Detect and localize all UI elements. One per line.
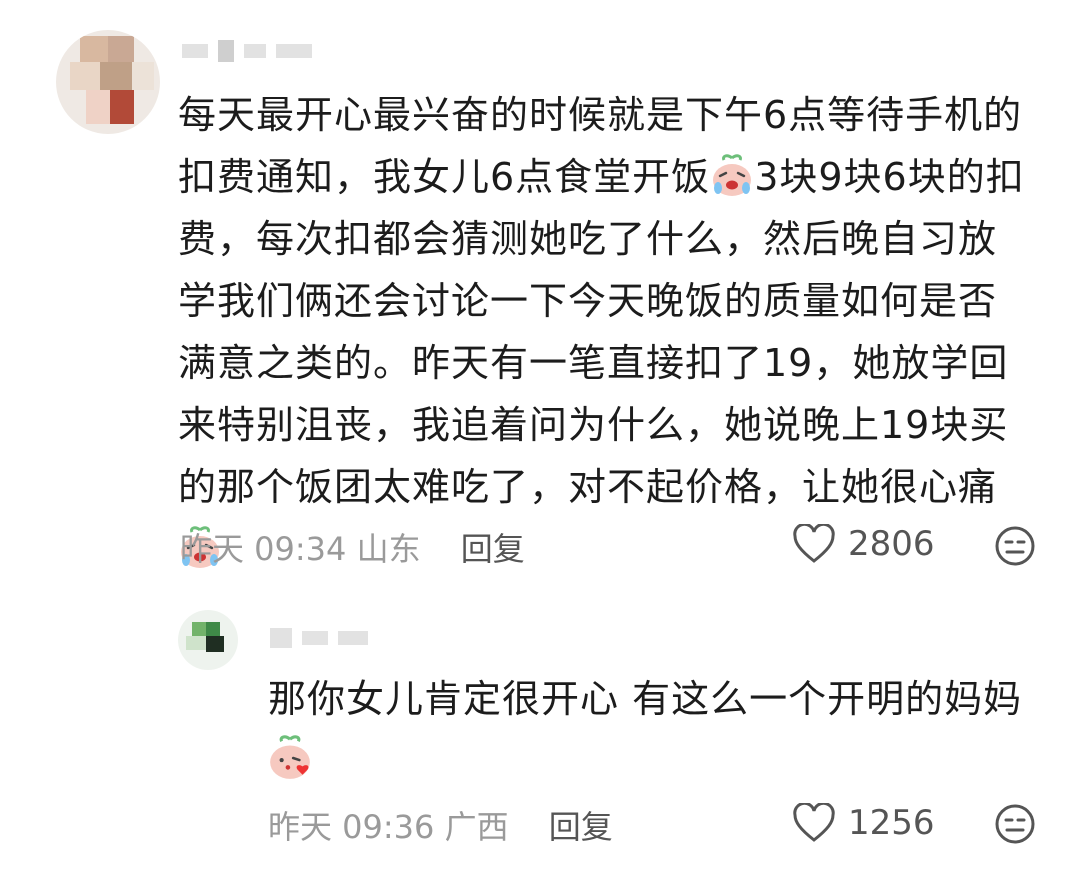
like-count: 1256 xyxy=(848,803,935,843)
username-blurred[interactable] xyxy=(182,40,312,62)
comment-text: 每天最开心最兴奋的时候就是下午6点等待手机的扣费通知，我女儿6点食堂开饭 3块9… xyxy=(178,84,1028,580)
blushing-emoji xyxy=(270,735,310,779)
like-button[interactable]: 2806 xyxy=(792,524,935,564)
reply-button[interactable]: 回复 xyxy=(549,808,613,846)
comment-time: 昨天 09:34 xyxy=(180,530,347,568)
avatar[interactable] xyxy=(178,610,238,670)
heart-icon xyxy=(793,803,835,842)
comment-meta: 昨天 09:34 山东 回复 xyxy=(180,524,525,570)
dislike-icon[interactable] xyxy=(994,525,1036,567)
reply-button[interactable]: 回复 xyxy=(461,530,525,568)
comment-meta: 昨天 09:36 广西 回复 xyxy=(268,802,613,848)
crying-laughing-emoji xyxy=(713,154,752,196)
avatar[interactable] xyxy=(56,30,160,134)
like-count: 2806 xyxy=(848,524,935,564)
comment-location: 广西 xyxy=(444,808,509,846)
username-blurred[interactable] xyxy=(270,628,368,648)
heart-icon xyxy=(793,524,835,563)
comment-text: 那你女儿肯定很开心 有这么一个开明的妈妈 xyxy=(268,677,1023,721)
like-button[interactable]: 1256 xyxy=(792,803,935,843)
comment-time: 昨天 09:36 xyxy=(268,808,435,846)
comment-location: 山东 xyxy=(356,530,421,568)
dislike-icon[interactable] xyxy=(994,803,1036,845)
